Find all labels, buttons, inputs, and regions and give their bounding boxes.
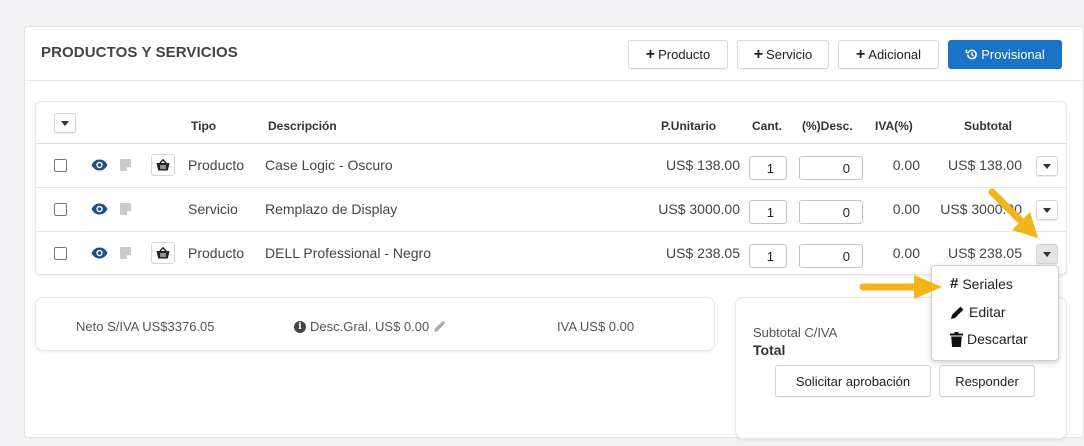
col-unitario: P.Unitario: [661, 119, 717, 133]
row-actions-menu: # Seriales Editar Descartar: [931, 265, 1059, 361]
provisional-label: Provisional: [981, 47, 1045, 62]
plus-icon: +: [753, 45, 764, 63]
eye-icon[interactable]: [91, 159, 108, 171]
pencil-icon: [951, 306, 964, 319]
add-product-button[interactable]: + Producto: [628, 40, 728, 69]
col-desc: (%)Desc.: [802, 119, 853, 133]
col-descripcion: Descripción: [268, 119, 337, 133]
add-product-label: Producto: [658, 47, 711, 62]
caret-down-icon: [1043, 207, 1051, 213]
basket-button[interactable]: [151, 242, 175, 264]
row-descripcion: DELL Professional - Negro: [265, 245, 432, 261]
respond-button[interactable]: Responder: [939, 365, 1035, 397]
trash-icon: [950, 331, 963, 347]
add-service-button[interactable]: + Servicio: [737, 40, 829, 69]
history-icon: [965, 49, 978, 60]
row-descripcion: Remplazo de Display: [265, 201, 398, 217]
row-checkbox[interactable]: [54, 159, 67, 172]
menu-item-label: Seriales: [962, 275, 1013, 292]
desc-gral-value: Desc.Gral. US$ 0.00: [310, 319, 430, 334]
add-additional-label: Adicional: [868, 47, 922, 62]
note-icon[interactable]: [120, 159, 131, 171]
quantity-input[interactable]: 1: [749, 156, 787, 180]
bulk-actions-dropdown[interactable]: [54, 113, 76, 133]
row-subtotal: US$ 3000.00: [940, 201, 1022, 217]
basket-button[interactable]: [151, 154, 175, 176]
row-tipo: Producto: [188, 157, 245, 173]
summary-card: Neto S/IVA US$3376.05 i Desc.Gral. US$ 0…: [35, 297, 715, 351]
note-icon[interactable]: [120, 247, 131, 259]
row-unitario: US$ 138.00: [666, 157, 740, 173]
row-subtotal: US$ 238.05: [948, 245, 1022, 261]
quantity-input[interactable]: 1: [749, 244, 787, 268]
products-services-panel: PRODUCTOS Y SERVICIOS + Producto + Servi…: [24, 26, 1084, 439]
row-iva: 0.00: [892, 245, 920, 261]
hash-icon: #: [950, 275, 959, 292]
menu-item-label: Editar: [969, 304, 1006, 320]
basket-icon: [156, 247, 170, 259]
discount-input[interactable]: 0: [799, 156, 863, 180]
table-header: Tipo Descripción P.Unitario Cant. (%)Des…: [36, 102, 1066, 144]
desc-gral: i Desc.Gral. US$ 0.00: [294, 319, 446, 334]
row-iva: 0.00: [892, 201, 920, 217]
row-descripcion: Case Logic - Oscuro: [265, 157, 393, 173]
menu-item-seriales[interactable]: # Seriales: [950, 275, 1013, 292]
eye-icon[interactable]: [91, 203, 108, 215]
table-row: Producto Case Logic - Oscuro US$ 138.00 …: [36, 144, 1066, 188]
row-checkbox[interactable]: [54, 247, 67, 260]
col-iva: IVA(%): [875, 119, 913, 133]
discount-input[interactable]: 0: [799, 200, 863, 224]
table-row: Producto DELL Professional - Negro US$ 2…: [36, 232, 1066, 276]
plus-icon: +: [645, 45, 656, 63]
panel-title: PRODUCTOS Y SERVICIOS: [41, 44, 238, 61]
plus-icon: +: [855, 45, 866, 63]
col-subtotal: Subtotal: [964, 119, 1012, 133]
request-approval-button[interactable]: Solicitar aprobación: [775, 365, 931, 397]
col-cant: Cant.: [752, 119, 782, 133]
pencil-icon[interactable]: [433, 320, 446, 333]
provisional-button[interactable]: Provisional: [948, 40, 1062, 69]
caret-down-icon: [61, 120, 69, 126]
discount-input[interactable]: 0: [799, 244, 863, 268]
col-tipo: Tipo: [191, 119, 217, 133]
caret-down-icon: [1043, 163, 1051, 169]
row-iva: 0.00: [892, 157, 920, 173]
row-tipo: Producto: [188, 245, 245, 261]
basket-icon: [156, 159, 170, 171]
neto-value: Neto S/IVA US$3376.05: [76, 319, 215, 334]
row-unitario: US$ 3000.00: [658, 201, 740, 217]
eye-icon[interactable]: [91, 247, 108, 259]
caret-down-icon: [1043, 251, 1051, 257]
row-checkbox[interactable]: [54, 203, 67, 216]
add-service-label: Servicio: [766, 47, 813, 62]
row-subtotal: US$ 138.00: [948, 157, 1022, 173]
menu-item-editar[interactable]: Editar: [950, 304, 1006, 320]
menu-item-descartar[interactable]: Descartar: [950, 331, 1028, 347]
info-icon: i: [294, 320, 306, 333]
row-actions-dropdown[interactable]: [1036, 156, 1058, 176]
add-additional-button[interactable]: + Adicional: [838, 40, 939, 69]
row-unitario: US$ 238.05: [666, 245, 740, 261]
table-row: Servicio Remplazo de Display US$ 3000.00…: [36, 188, 1066, 232]
row-tipo: Servicio: [188, 201, 238, 217]
note-icon[interactable]: [120, 203, 131, 215]
panel-header: PRODUCTOS Y SERVICIOS + Producto + Servi…: [25, 27, 1083, 81]
row-actions-dropdown[interactable]: [1036, 200, 1058, 220]
subtotal-civa-label: Subtotal C/IVA: [753, 325, 838, 340]
iva-value: IVA US$ 0.00: [557, 319, 635, 334]
row-actions-dropdown[interactable]: [1036, 244, 1058, 264]
quantity-input[interactable]: 1: [749, 200, 787, 224]
total-label: Total: [753, 342, 786, 358]
menu-item-label: Descartar: [967, 331, 1028, 347]
items-table: Tipo Descripción P.Unitario Cant. (%)Des…: [35, 101, 1067, 275]
